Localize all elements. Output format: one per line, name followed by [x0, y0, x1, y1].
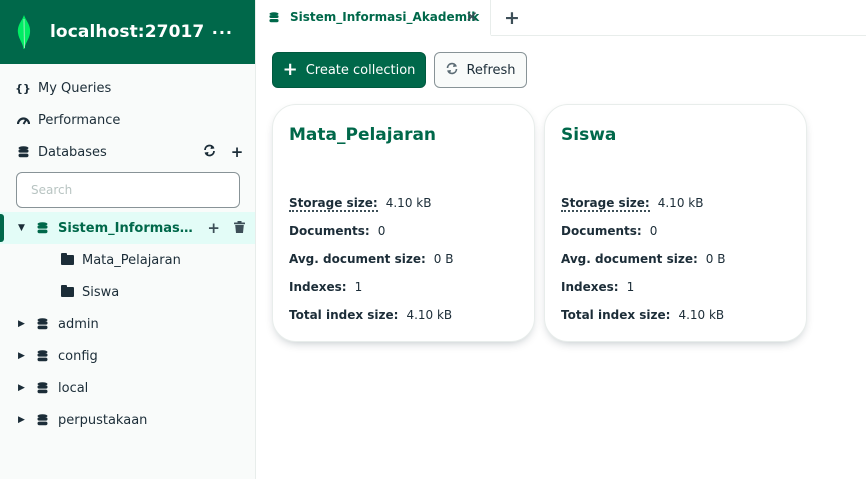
stat-label[interactable]: Storage size: — [289, 197, 378, 212]
nav-performance-label: Performance — [38, 112, 121, 128]
database-name: config — [58, 348, 98, 364]
search-input[interactable] — [16, 172, 240, 208]
folder-icon — [61, 253, 74, 265]
nav-my-queries[interactable]: {} My Queries — [15, 76, 112, 100]
stat-label: Total index size: — [289, 308, 399, 322]
stat-value: 1 — [626, 280, 635, 294]
database-icon — [37, 318, 48, 330]
database-item-admin[interactable]: ▶ admin — [0, 308, 255, 340]
database-icon — [37, 222, 48, 234]
database-item-perpustakaan[interactable]: ▶ perpustakaan — [0, 404, 255, 436]
create-collection-button[interactable]: + Create collection — [272, 52, 426, 88]
collection-item-mata-pelajaran[interactable]: Mata_Pelajaran — [0, 244, 255, 276]
stat-avg-document-size: Avg. document size: 0 B — [561, 252, 725, 266]
caret-right-icon[interactable]: ▶ — [18, 415, 25, 425]
database-name: perpustakaan — [58, 412, 148, 428]
nav-performance[interactable]: Performance — [16, 108, 120, 132]
more-options-icon[interactable]: ··· — [212, 23, 233, 42]
database-item-local[interactable]: ▶ local — [0, 372, 255, 404]
nav-my-queries-label: My Queries — [38, 80, 112, 96]
stat-value: 0 B — [433, 252, 454, 266]
stat-storage-size: Storage size: 4.10 kB — [289, 196, 431, 212]
nav-databases-label: Databases — [38, 144, 107, 160]
stat-value: 4.10 kB — [406, 308, 453, 322]
database-actions: + — [207, 219, 245, 237]
database-icon — [37, 350, 48, 362]
database-name: Sistem_Informasi_Akademik — [58, 220, 196, 236]
stat-label: Avg. document size: — [561, 252, 698, 266]
create-collection-icon[interactable]: + — [207, 219, 220, 237]
stat-value: 4.10 kB — [385, 196, 432, 210]
trash-icon[interactable] — [234, 219, 245, 237]
caret-right-icon[interactable]: ▶ — [18, 351, 25, 361]
stat-documents: Documents: 0 — [561, 224, 657, 238]
refresh-icon — [445, 61, 459, 79]
database-item-config[interactable]: ▶ config — [0, 340, 255, 372]
collection-name: Mata_Pelajaran — [82, 252, 181, 268]
refresh-label: Refresh — [466, 62, 516, 78]
database-icon — [16, 146, 30, 158]
caret-right-icon[interactable]: ▶ — [18, 383, 25, 393]
stat-value: 4.10 kB — [657, 196, 704, 210]
collection-name: Siswa — [82, 284, 120, 300]
stat-value: 0 — [377, 224, 386, 238]
refresh-databases-icon[interactable] — [201, 143, 217, 161]
database-icon — [37, 414, 48, 426]
tab-sistem-informasi-akademik[interactable]: Sistem_Informasi_Akademik ✕ — [256, 0, 491, 36]
collection-card-title: Siswa — [561, 125, 617, 145]
stat-label: Indexes: — [561, 280, 619, 294]
connection-title: localhost:27017 — [50, 22, 205, 42]
stat-storage-size: Storage size: 4.10 kB — [561, 196, 703, 212]
database-icon — [269, 11, 279, 23]
stat-label: Indexes: — [289, 280, 347, 294]
stat-total-index-size: Total index size: 4.10 kB — [561, 308, 724, 322]
nav-databases[interactable]: Databases — [16, 140, 107, 164]
database-name: admin — [58, 316, 99, 332]
sidebar: localhost:27017 ··· {} My Queries Perfor… — [0, 0, 256, 479]
stat-value: 4.10 kB — [678, 308, 725, 322]
databases-actions: + — [201, 143, 245, 161]
create-collection-label: Create collection — [305, 62, 416, 78]
connection-header: localhost:27017 ··· — [0, 0, 255, 64]
stat-documents: Documents: 0 — [289, 224, 385, 238]
stat-indexes: Indexes: 1 — [289, 280, 362, 294]
collection-card-title: Mata_Pelajaran — [289, 125, 437, 145]
stat-value: 0 — [649, 224, 658, 238]
caret-right-icon[interactable]: ▶ — [18, 319, 25, 329]
folder-icon — [61, 285, 74, 297]
stat-label[interactable]: Storage size: — [561, 197, 650, 212]
database-name: local — [58, 380, 89, 396]
stat-label: Documents: — [289, 224, 370, 238]
close-icon[interactable]: ✕ — [465, 8, 478, 26]
caret-down-icon[interactable]: ▼ — [18, 223, 25, 233]
stat-avg-document-size: Avg. document size: 0 B — [289, 252, 453, 266]
stat-total-index-size: Total index size: 4.10 kB — [289, 308, 452, 322]
collection-item-siswa[interactable]: Siswa — [0, 276, 255, 308]
collection-card-mata-pelajaran[interactable]: Mata_Pelajaran Storage size: 4.10 kB Doc… — [272, 104, 535, 342]
stat-indexes: Indexes: 1 — [561, 280, 634, 294]
stat-label: Total index size: — [561, 308, 671, 322]
braces-icon: {} — [15, 81, 31, 95]
mongodb-leaf-icon — [16, 15, 32, 49]
stat-value: 1 — [354, 280, 363, 294]
tab-label: Sistem_Informasi_Akademik — [290, 10, 480, 24]
stat-label: Documents: — [561, 224, 642, 238]
gauge-icon — [16, 116, 30, 125]
refresh-button[interactable]: Refresh — [434, 52, 527, 88]
stat-label: Avg. document size: — [289, 252, 426, 266]
collection-card-siswa[interactable]: Siswa Storage size: 4.10 kB Documents: 0… — [544, 104, 807, 342]
stat-value: 0 B — [705, 252, 726, 266]
create-database-icon[interactable]: + — [229, 143, 245, 161]
tab-bar: Sistem_Informasi_Akademik ✕ + — [256, 0, 866, 36]
database-item-sistem-informasi-akademik[interactable]: ▼ Sistem_Informasi_Akademik + — [0, 212, 255, 244]
new-tab-icon[interactable]: + — [504, 7, 520, 29]
plus-icon: + — [282, 58, 298, 80]
database-icon — [37, 382, 48, 394]
